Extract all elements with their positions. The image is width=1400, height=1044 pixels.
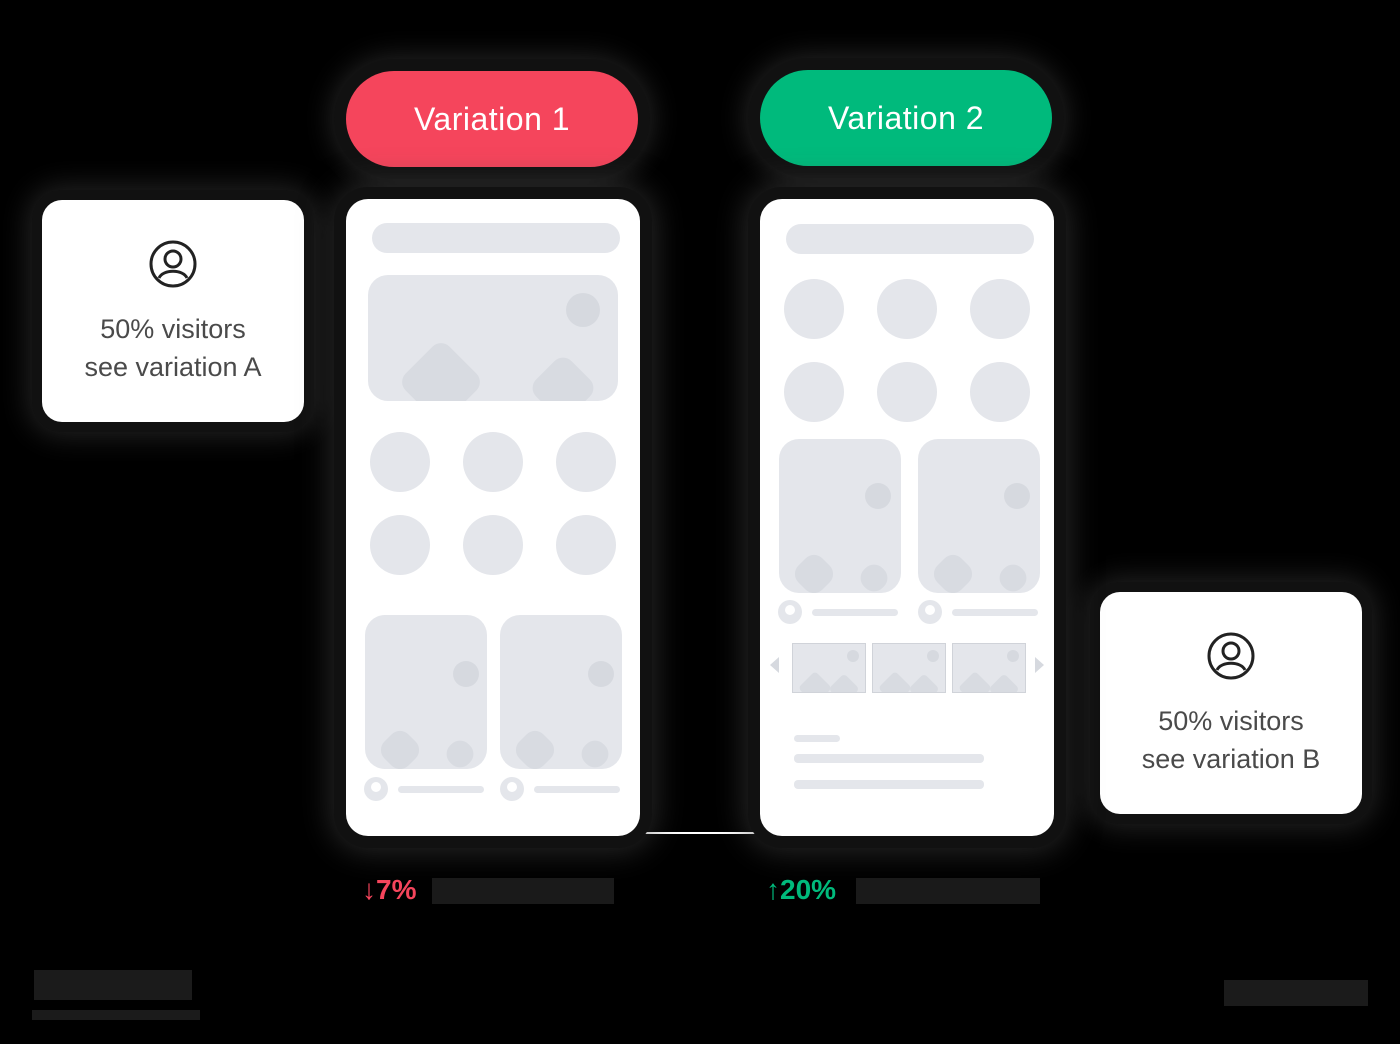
sun-icon [847,650,859,662]
variation-2-change-value: 20% [780,874,837,905]
text-line-placeholder [398,786,484,793]
sun-icon [453,661,479,687]
mountain-icon [828,673,860,692]
text-line-placeholder [794,735,840,742]
sun-icon [1007,650,1019,662]
variation-2-label: Variation 2 [760,70,1052,166]
category-circle [463,515,523,575]
category-circle [556,515,616,575]
chevron-right-icon [1035,657,1044,673]
mountain-icon [928,549,978,593]
arrow-up-icon: ↑ [766,874,780,905]
search-bar-placeholder [372,223,620,253]
sun-icon [865,483,891,509]
hero-image-placeholder [368,275,618,401]
sun-icon [588,661,614,687]
mountain-icon [397,338,485,401]
mountain-icon [789,549,839,593]
category-circle [370,515,430,575]
text-line-placeholder [952,609,1038,616]
mountain-icon [798,671,832,692]
mountain-icon [988,673,1020,692]
mountain-icon [375,725,425,769]
variation-2-change: ↑20% [766,874,836,906]
category-circle [970,279,1030,339]
phone-mockup-variation-2 [760,199,1054,836]
text-line-placeholder [812,609,898,616]
user-icon [1207,632,1255,680]
product-card-placeholder [779,439,901,593]
brand-logo [32,970,200,1020]
variation-1-label: Variation 1 [346,71,638,167]
variation-2-text: Variation 2 [827,99,985,136]
mountain-icon [576,735,614,769]
redacted-caption [432,878,614,904]
mountain-icon [908,673,940,692]
mountain-icon [855,559,893,593]
carousel-thumbnail [872,643,946,693]
product-card-placeholder [500,615,622,769]
watermark-logo [1224,980,1368,1006]
mountain-icon [994,559,1032,593]
category-circle [877,279,937,339]
carousel-thumbnail [792,643,866,693]
connector-line [640,832,760,834]
category-circle [784,362,844,422]
variation-1-change: ↓7% [362,874,416,906]
chevron-left-icon [770,657,779,673]
avatar [778,600,802,624]
text-line-placeholder [794,754,984,763]
mountain-icon [958,671,992,692]
category-circle [970,362,1030,422]
phone-mockup-variation-1 [346,199,640,836]
text-line-placeholder [534,786,620,793]
mountain-icon [441,735,479,769]
category-circle [877,362,937,422]
card-a-line2: see variation A [84,352,262,382]
avatar [918,600,942,624]
sun-icon [927,650,939,662]
visitors-card-a: 50% visitors see variation A [42,200,304,422]
card-a-line1: 50% visitors [100,314,246,344]
category-circle [370,432,430,492]
card-b-line2: see variation B [1141,744,1321,774]
sun-icon [566,293,600,327]
card-b-line1: 50% visitors [1158,706,1304,736]
product-card-placeholder [918,439,1040,593]
user-icon [149,240,197,288]
mountain-icon [510,725,560,769]
sun-icon [1004,483,1030,509]
mountain-icon [527,352,599,401]
variation-1-change-value: 7% [376,874,417,905]
variation-1-text: Variation 1 [413,100,571,137]
search-bar-placeholder [786,224,1034,254]
carousel-thumbnail [952,643,1026,693]
arrow-down-icon: ↓ [362,874,376,905]
visitors-card-b: 50% visitors see variation B [1100,592,1362,814]
product-card-placeholder [365,615,487,769]
category-circle [556,432,616,492]
avatar [364,777,388,801]
text-line-placeholder [794,780,984,789]
category-circle [784,279,844,339]
avatar [500,777,524,801]
redacted-caption [856,878,1040,904]
mountain-icon [878,671,912,692]
category-circle [463,432,523,492]
